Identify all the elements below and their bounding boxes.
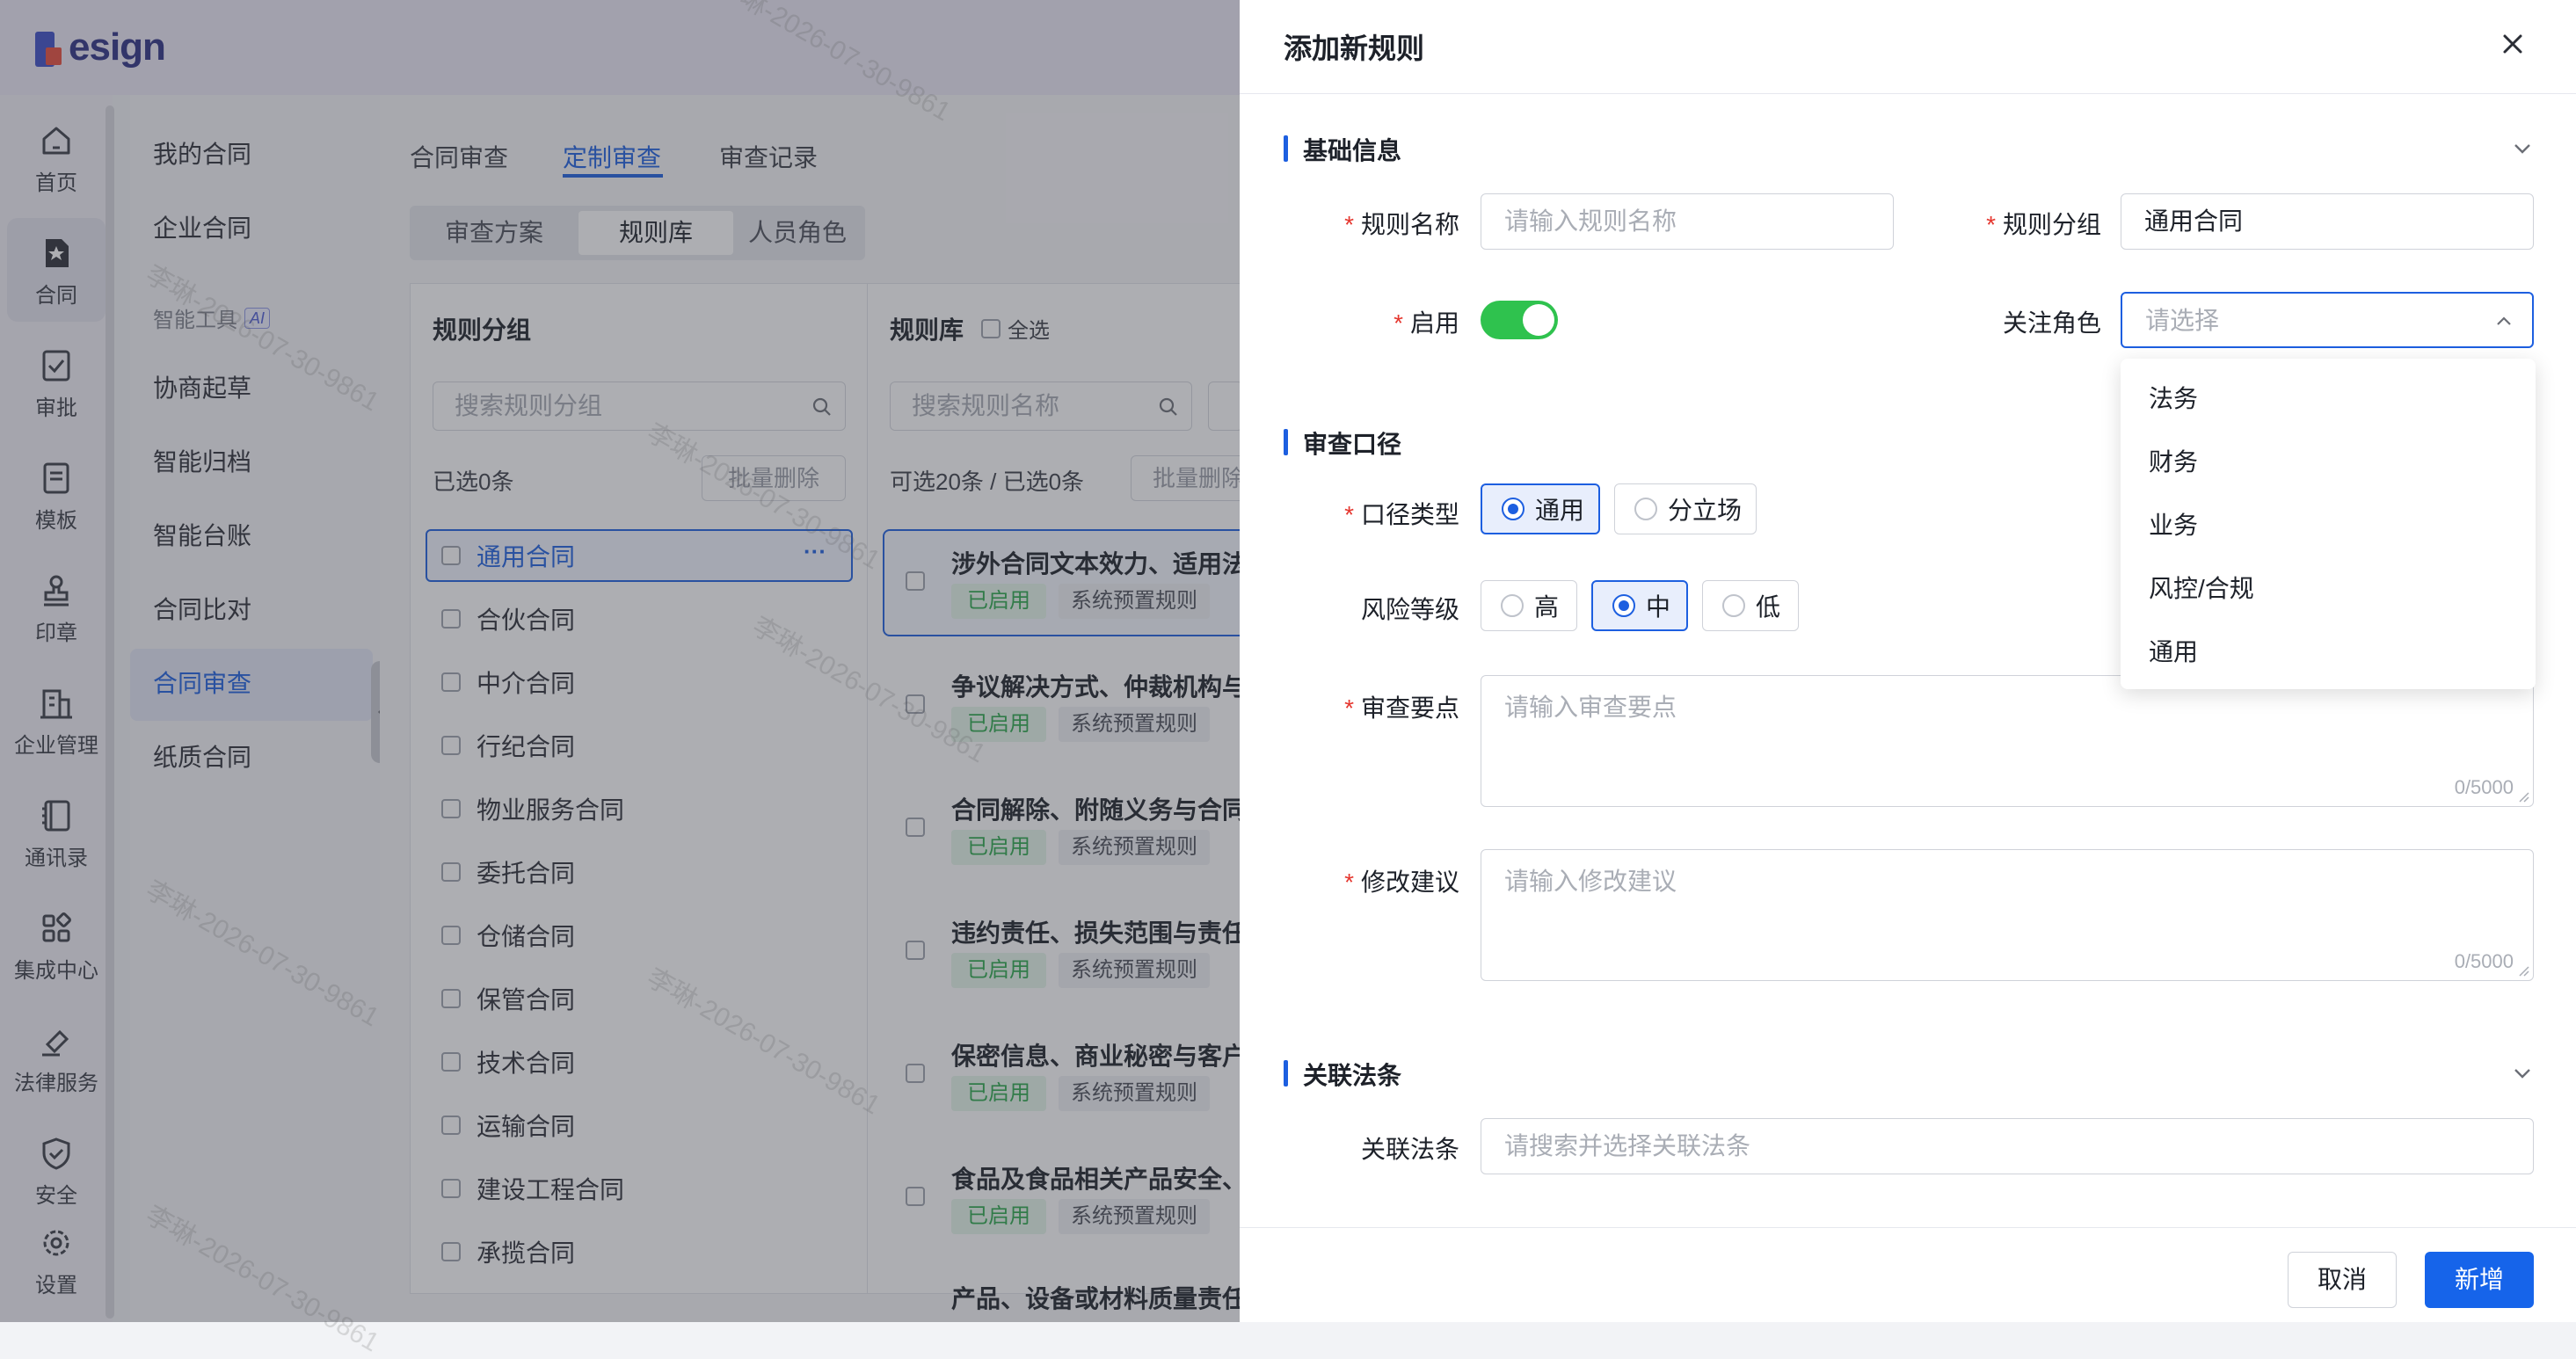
focus-role-dropdown: 法务 财务 业务 风控/合规 通用 [2121, 359, 2536, 689]
field-label-suggestion: * 修改建议 [1336, 863, 1459, 898]
watermark: 李琳-2026-07-30-9861 [712, 0, 956, 127]
field-label-text: 审查要点 [1360, 694, 1459, 722]
dropdown-option[interactable]: 财务 [2149, 443, 2198, 478]
section-title-basic: 基础信息 [1303, 137, 1402, 164]
chevron-down-icon[interactable] [2511, 137, 2534, 160]
field-label-text: 口径类型 [1360, 501, 1459, 528]
section-title-review: 审查口径 [1303, 431, 1402, 458]
toggle-knob [1523, 304, 1554, 336]
enabled-toggle[interactable] [1481, 301, 1558, 339]
field-label-rule-group: * 规则分组 [1961, 206, 2101, 241]
radio-icon [1634, 498, 1657, 520]
drawer-header-divider [1240, 93, 2576, 94]
watermark: 李琳-2026-07-30-9861 [141, 259, 384, 418]
required-mark: * [1344, 501, 1354, 528]
submit-button[interactable]: 新增 [2425, 1252, 2534, 1308]
placeholder: 请选择 [2145, 307, 2220, 334]
field-label-key-points: * 审查要点 [1336, 689, 1459, 724]
field-label-text: 关注角色 [2002, 309, 2101, 337]
field-label-related-law: 关联法条 [1336, 1130, 1459, 1166]
section-marker [1284, 429, 1288, 455]
modal-overlay[interactable]: 李琳-2026-07-30-9861 李琳-2026-07-30-9861 李琳… [0, 0, 1240, 1357]
field-label-text: 启用 [1409, 309, 1459, 337]
field-label-rule-name: * 规则名称 [1336, 206, 1459, 241]
option-label: 通用 [1535, 497, 1585, 524]
radio-icon [1501, 594, 1524, 617]
option-label: 中 [1646, 593, 1671, 621]
chevron-up-icon [2497, 316, 2511, 325]
scope-type-option[interactable]: 分立场 [1614, 483, 1757, 534]
section-title-law: 关联法条 [1303, 1062, 1402, 1089]
watermark: 李琳-2026-07-30-9861 [642, 963, 885, 1121]
field-label-text: 关联法条 [1360, 1136, 1459, 1163]
rule-name-input[interactable]: 请输入规则名称 [1481, 193, 1894, 250]
radio-icon [1612, 594, 1635, 617]
required-mark: * [1394, 309, 1403, 337]
watermark: 李琳-2026-07-30-9861 [747, 611, 991, 769]
required-mark: * [1986, 211, 1996, 238]
resize-grip-icon[interactable] [2517, 964, 2529, 977]
field-label-text: 规则名称 [1360, 211, 1459, 238]
option-label: 分立场 [1668, 497, 1743, 524]
watermark: 李琳-2026-07-30-9861 [642, 418, 885, 576]
placeholder: 请输入规则名称 [1504, 207, 1677, 235]
risk-level-option[interactable]: 高 [1481, 580, 1577, 631]
radio-icon [1502, 498, 1524, 520]
required-mark: * [1344, 868, 1354, 896]
required-mark: * [1344, 211, 1354, 238]
related-law-select[interactable]: 请搜索并选择关联法条 [1481, 1118, 2534, 1174]
char-counter: 0/5000 [2454, 776, 2514, 798]
field-label-text: 规则分组 [2002, 211, 2101, 238]
watermark: 李琳-2026-07-30-9861 [141, 875, 384, 1033]
focus-role-select[interactable]: 请选择 [2121, 292, 2534, 348]
radio-icon [1722, 594, 1745, 617]
dropdown-option[interactable]: 业务 [2149, 506, 2198, 541]
scope-type-option[interactable]: 通用 [1481, 483, 1600, 534]
field-label-focus-role: 关注角色 [1961, 304, 2101, 339]
selected-value: 通用合同 [2144, 207, 2244, 235]
option-label: 高 [1534, 593, 1560, 621]
section-marker [1284, 135, 1288, 162]
char-counter: 0/5000 [2454, 950, 2514, 972]
dropdown-option[interactable]: 通用 [2149, 633, 2198, 668]
suggestion-textarea[interactable]: 请输入修改建议 0/5000 [1481, 849, 2534, 981]
field-label-risk-level: 风险等级 [1336, 591, 1459, 626]
close-icon[interactable] [2495, 26, 2530, 62]
watermark: 李琳-2026-07-30-9861 [141, 1200, 384, 1358]
chevron-down-icon[interactable] [2511, 1062, 2534, 1085]
rule-group-select[interactable]: 通用合同 [2121, 193, 2534, 250]
dropdown-option[interactable]: 法务 [2149, 380, 2198, 415]
option-label: 低 [1756, 593, 1781, 621]
field-label-enabled: * 启用 [1336, 304, 1459, 339]
field-label-text: 风险等级 [1360, 596, 1459, 623]
section-marker [1284, 1060, 1288, 1086]
dropdown-option[interactable]: 风控/合规 [2149, 570, 2254, 605]
placeholder: 请搜索并选择关联法条 [1504, 1132, 1751, 1159]
risk-level-option[interactable]: 中 [1591, 580, 1688, 631]
key-points-textarea[interactable]: 请输入审查要点 0/5000 [1481, 675, 2534, 807]
placeholder: 请输入审查要点 [1504, 694, 1677, 721]
field-label-text: 修改建议 [1360, 868, 1459, 896]
required-mark: * [1344, 694, 1354, 722]
resize-grip-icon[interactable] [2517, 790, 2529, 803]
field-label-scope-type: * 口径类型 [1336, 496, 1459, 531]
placeholder: 请输入修改建议 [1504, 868, 1677, 895]
risk-level-option[interactable]: 低 [1702, 580, 1799, 631]
drawer-title: 添加新规则 [1284, 33, 1425, 64]
cancel-button[interactable]: 取消 [2288, 1252, 2397, 1308]
drawer-footer-divider [1240, 1227, 2576, 1228]
